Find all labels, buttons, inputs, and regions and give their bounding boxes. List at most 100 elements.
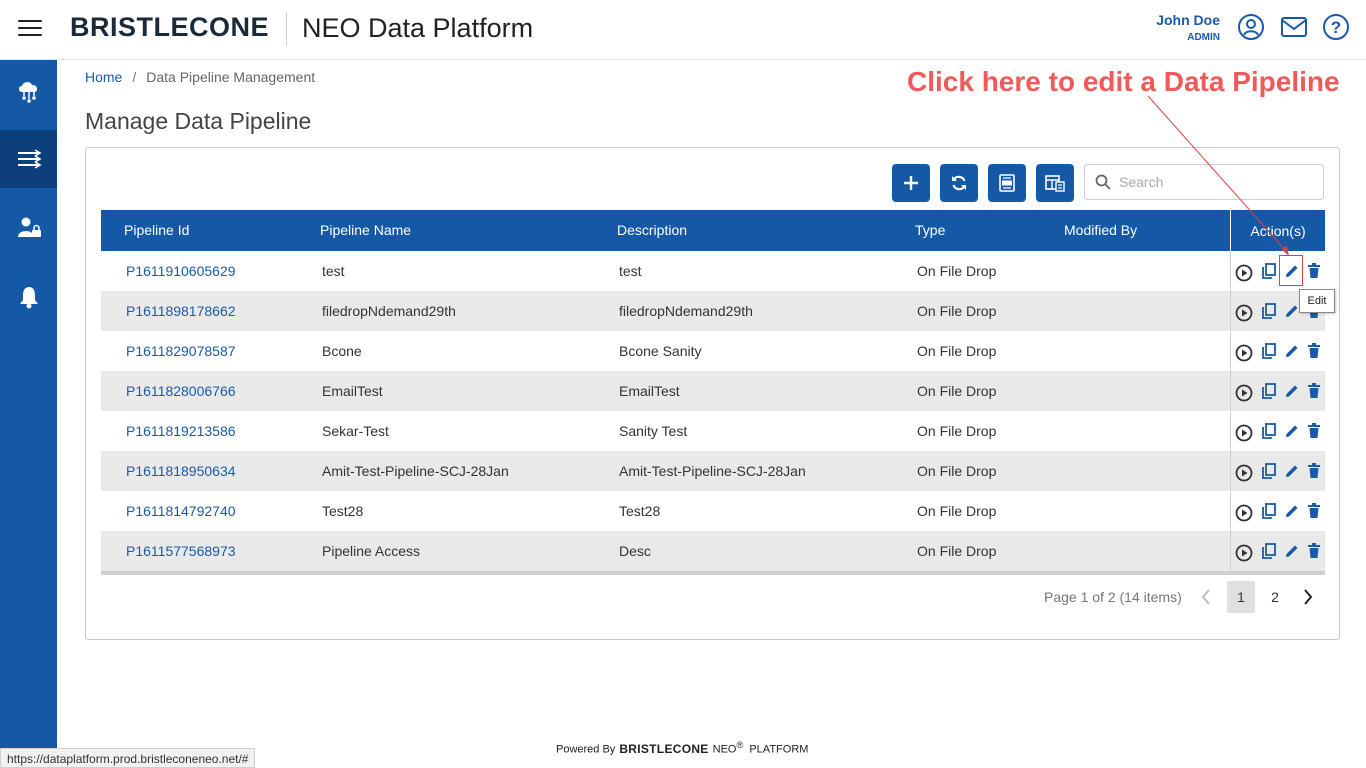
copy-pipeline-button[interactable] — [1260, 542, 1278, 560]
search-input[interactable] — [1119, 165, 1319, 199]
table-scroll-edge — [101, 571, 1325, 575]
pipeline-icon — [17, 149, 42, 169]
edit-pipeline-button[interactable] — [1283, 502, 1301, 520]
add-pipeline-button[interactable] — [892, 164, 930, 202]
cell-pipeline-name: Test28 — [322, 503, 364, 519]
edit-pipeline-button[interactable] — [1283, 462, 1301, 480]
cell-type: On File Drop — [917, 503, 997, 519]
column-header-type[interactable]: Type — [915, 222, 945, 238]
xls-export-icon — [999, 174, 1015, 192]
cell-type: On File Drop — [917, 263, 997, 279]
column-header-pipeline-id[interactable]: Pipeline Id — [124, 222, 189, 238]
pagination-next-button[interactable] — [1294, 581, 1322, 613]
copy-icon — [1262, 503, 1276, 519]
pipeline-card: Pipeline Id Pipeline Name Description Ty… — [85, 147, 1340, 640]
breadcrumb-home[interactable]: Home — [85, 69, 122, 85]
cell-pipeline-id[interactable]: P1611828006766 — [126, 383, 236, 399]
sidebar-item-pipelines[interactable] — [0, 130, 57, 188]
copy-icon — [1262, 383, 1276, 399]
copy-pipeline-button[interactable] — [1260, 342, 1278, 360]
column-header-actions: Action(s) — [1230, 210, 1325, 251]
table-row: P1611898178662 filedropNdemand29th filedro… — [101, 291, 1325, 331]
delete-pipeline-button[interactable] — [1305, 502, 1323, 520]
column-header-description[interactable]: Description — [617, 222, 687, 238]
run-pipeline-button[interactable] — [1235, 464, 1253, 482]
delete-pipeline-button[interactable] — [1305, 262, 1323, 280]
edit-pipeline-button[interactable] — [1283, 262, 1301, 280]
run-icon — [1235, 544, 1253, 562]
cell-pipeline-id[interactable]: P1611814792740 — [126, 503, 236, 519]
copy-pipeline-button[interactable] — [1260, 302, 1278, 320]
sidebar-item-notifications[interactable] — [0, 268, 57, 326]
pagination-page-2[interactable]: 2 — [1261, 581, 1289, 613]
row-actions — [1230, 371, 1325, 411]
run-pipeline-button[interactable] — [1235, 264, 1253, 282]
column-chooser-button[interactable] — [1036, 164, 1074, 202]
export-xls-button[interactable] — [988, 164, 1026, 202]
copy-pipeline-button[interactable] — [1260, 422, 1278, 440]
cell-pipeline-id[interactable]: P1611829078587 — [126, 343, 236, 359]
edit-pipeline-button[interactable] — [1283, 422, 1301, 440]
sidebar-nav — [0, 60, 57, 768]
delete-pipeline-button[interactable] — [1305, 422, 1323, 440]
search-field[interactable] — [1084, 164, 1324, 200]
run-icon — [1235, 464, 1253, 482]
edit-pipeline-button[interactable] — [1283, 542, 1301, 560]
footer-brand: BRISTLECONE — [619, 741, 709, 756]
edit-pipeline-button[interactable] — [1283, 382, 1301, 400]
trash-icon — [1308, 263, 1320, 278]
cell-pipeline-id[interactable]: P1611898178662 — [126, 303, 236, 319]
pipeline-table: Pipeline Id Pipeline Name Description Ty… — [101, 210, 1325, 575]
run-icon — [1235, 304, 1253, 322]
cell-description: Bcone Sanity — [619, 343, 702, 359]
trash-icon — [1308, 343, 1320, 358]
footer-platform: PLATFORM — [749, 743, 809, 756]
run-pipeline-button[interactable] — [1235, 544, 1253, 562]
brand-logo: BRISTLECONE — [70, 12, 270, 42]
run-pipeline-button[interactable] — [1235, 304, 1253, 322]
pagination-page-1[interactable]: 1 — [1227, 581, 1255, 613]
pagination-prev-button[interactable] — [1192, 581, 1220, 613]
column-header-modified-by[interactable]: Modified By — [1064, 222, 1137, 238]
refresh-button[interactable] — [940, 164, 978, 202]
run-pipeline-button[interactable] — [1235, 424, 1253, 442]
copy-pipeline-button[interactable] — [1260, 462, 1278, 480]
user-profile-icon[interactable] — [1237, 13, 1265, 41]
delete-pipeline-button[interactable] — [1305, 462, 1323, 480]
refresh-icon — [952, 175, 966, 191]
user-info[interactable]: John Doe ADMIN — [1156, 12, 1220, 43]
cell-type: On File Drop — [917, 383, 997, 399]
cloud-network-icon — [18, 82, 37, 103]
run-pipeline-button[interactable] — [1235, 384, 1253, 402]
sidebar-item-cloud[interactable] — [0, 62, 57, 120]
cell-pipeline-id[interactable]: P1611819213586 — [126, 423, 236, 439]
hamburger-menu-icon[interactable] — [18, 20, 42, 40]
user-admin-icon — [17, 217, 41, 237]
delete-pipeline-button[interactable] — [1305, 382, 1323, 400]
edit-icon — [1286, 385, 1298, 397]
delete-pipeline-button[interactable] — [1305, 342, 1323, 360]
run-icon — [1235, 344, 1253, 362]
help-icon[interactable]: ? — [1322, 13, 1350, 41]
run-pipeline-button[interactable] — [1235, 504, 1253, 522]
delete-pipeline-button[interactable] — [1305, 542, 1323, 560]
column-header-pipeline-name[interactable]: Pipeline Name — [320, 222, 411, 238]
chevron-right-icon — [1304, 589, 1313, 605]
run-pipeline-button[interactable] — [1235, 344, 1253, 362]
mail-icon[interactable] — [1280, 13, 1308, 41]
cell-pipeline-id[interactable]: P1611910605629 — [126, 263, 236, 279]
cell-pipeline-id[interactable]: P1611818950634 — [126, 463, 236, 479]
footer-product: NEO — [712, 743, 737, 756]
copy-icon — [1262, 303, 1276, 319]
trash-icon — [1308, 543, 1320, 558]
copy-pipeline-button[interactable] — [1260, 262, 1278, 280]
copy-pipeline-button[interactable] — [1260, 502, 1278, 520]
cell-pipeline-id[interactable]: P1611577568973 — [126, 543, 236, 559]
row-actions — [1230, 491, 1325, 531]
edit-pipeline-button[interactable] — [1283, 342, 1301, 360]
copy-pipeline-button[interactable] — [1260, 382, 1278, 400]
copy-icon — [1262, 543, 1276, 559]
copy-icon — [1262, 263, 1276, 279]
sidebar-item-users[interactable] — [0, 198, 57, 256]
cell-type: On File Drop — [917, 463, 997, 479]
